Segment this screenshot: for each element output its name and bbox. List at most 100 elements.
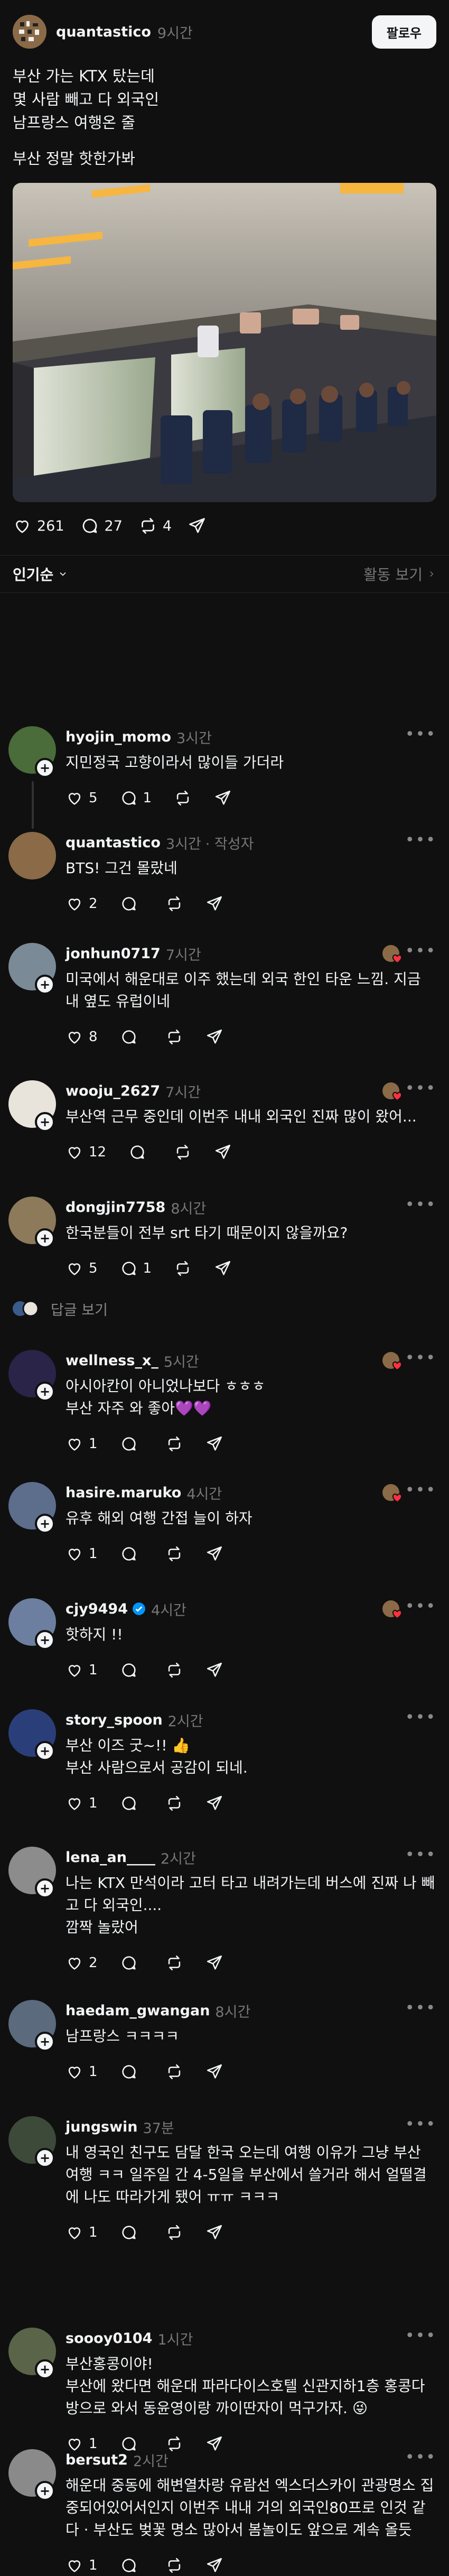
follow-plus-icon[interactable]: + <box>35 2481 55 2501</box>
commenter-name[interactable]: hasire.maruko <box>66 1485 181 1501</box>
sort-dropdown[interactable]: 인기순 <box>13 563 68 585</box>
more-options-icon[interactable]: ••• <box>405 1079 436 1098</box>
comment-repost-button[interactable] <box>165 1028 183 1046</box>
more-options-icon[interactable]: ••• <box>405 1708 436 1727</box>
more-options-icon[interactable]: ••• <box>405 831 436 849</box>
follow-plus-icon[interactable]: + <box>35 1228 55 1248</box>
follow-plus-icon[interactable]: + <box>35 975 55 995</box>
comment-like-button[interactable]: 5 <box>66 1259 98 1277</box>
comment-repost-button[interactable] <box>165 1794 183 1812</box>
more-options-icon[interactable]: ••• <box>405 1349 436 1367</box>
post-photo[interactable] <box>13 183 436 502</box>
comment-like-button[interactable]: 1 <box>66 1794 98 1812</box>
comment-like-button[interactable]: 1 <box>66 1435 98 1453</box>
view-activity-link[interactable]: 활동 보기 <box>363 563 436 585</box>
comment-like-button[interactable]: 2 <box>66 895 98 913</box>
follow-plus-icon[interactable]: + <box>35 1630 55 1650</box>
comment-reply-button[interactable] <box>120 2556 143 2574</box>
follow-plus-icon[interactable]: + <box>35 1112 55 1132</box>
comment-share-button[interactable] <box>205 1954 223 1972</box>
comment-reply-button[interactable] <box>120 1028 143 1046</box>
comment-reply-button[interactable] <box>120 1435 143 1453</box>
repost-button[interactable]: 4 <box>138 516 172 535</box>
more-options-icon[interactable]: ••• <box>405 725 436 744</box>
commenter-name[interactable]: story_spoon <box>66 1712 163 1728</box>
commenter-name[interactable]: bersut2 <box>66 2452 128 2468</box>
share-button[interactable] <box>188 516 207 535</box>
follow-plus-icon[interactable]: + <box>35 2359 55 2379</box>
comment-like-button[interactable]: 1 <box>66 2223 98 2241</box>
commenter-name[interactable]: jonhun0717 <box>66 946 161 962</box>
follow-plus-icon[interactable]: + <box>35 2032 55 2052</box>
comment-reply-button[interactable] <box>120 895 143 913</box>
comment-repost-button[interactable] <box>165 1545 183 1563</box>
comment-repost-button[interactable] <box>174 789 192 807</box>
more-options-icon[interactable]: ••• <box>405 2115 436 2134</box>
commenter-name[interactable]: dongjin7758 <box>66 1199 165 1216</box>
comment-reply-button[interactable] <box>120 2063 143 2081</box>
comment-reply-button[interactable] <box>128 1143 152 1161</box>
commenter-name[interactable]: jungswin <box>66 2119 138 2135</box>
commenter-name[interactable]: quantastico <box>66 835 161 851</box>
commenter-name[interactable]: lena_an____ <box>66 1849 155 1866</box>
comment-like-button[interactable]: 1 <box>66 1545 98 1563</box>
more-options-icon[interactable]: ••• <box>405 2327 436 2345</box>
more-options-icon[interactable]: ••• <box>405 1999 436 2017</box>
commenter-name[interactable]: wellness_x_ <box>66 1352 158 1369</box>
more-options-icon[interactable]: ••• <box>405 942 436 960</box>
comment-share-button[interactable] <box>205 2223 223 2241</box>
comment-repost-button[interactable] <box>165 1661 183 1679</box>
comment-share-button[interactable] <box>214 789 232 807</box>
comment-like-button[interactable]: 12 <box>66 1143 106 1161</box>
post-author-name[interactable]: quantastico <box>56 24 151 40</box>
comment-repost-button[interactable] <box>174 1259 192 1277</box>
comment-share-button[interactable] <box>205 1794 223 1812</box>
comment-like-button[interactable]: 1 <box>66 1661 98 1679</box>
comment-repost-button[interactable] <box>174 1143 192 1161</box>
follow-plus-icon[interactable]: + <box>35 1741 55 1761</box>
comment-repost-button[interactable] <box>165 2556 183 2574</box>
comment-repost-button[interactable] <box>165 1954 183 1972</box>
comment-share-button[interactable] <box>214 1143 232 1161</box>
comment-repost-button[interactable] <box>165 1435 183 1453</box>
more-options-icon[interactable]: ••• <box>405 1481 436 1499</box>
follow-plus-icon[interactable]: + <box>35 1382 55 1402</box>
more-options-icon[interactable]: ••• <box>405 1597 436 1616</box>
comment-share-button[interactable] <box>205 1545 223 1563</box>
comment-button[interactable]: 27 <box>80 516 123 535</box>
comment-like-button[interactable]: 1 <box>66 2063 98 2081</box>
commenter-name[interactable]: haedam_gwangan <box>66 2003 210 2019</box>
follow-plus-icon[interactable]: + <box>35 2148 55 2168</box>
comment-repost-button[interactable] <box>165 895 183 913</box>
commenter-avatar[interactable] <box>8 832 56 879</box>
commenter-name[interactable]: wooju_2627 <box>66 1083 160 1099</box>
more-options-icon[interactable]: ••• <box>405 2448 436 2467</box>
follow-plus-icon[interactable]: + <box>35 1878 55 1898</box>
comment-like-button[interactable]: 1 <box>66 2556 98 2574</box>
comment-like-button[interactable]: 5 <box>66 789 98 807</box>
comment-like-button[interactable]: 2 <box>66 1954 98 1972</box>
post-author-avatar[interactable] <box>13 15 46 49</box>
comment-share-button[interactable] <box>205 1028 223 1046</box>
comment-share-button[interactable] <box>205 895 223 913</box>
more-options-icon[interactable]: ••• <box>405 1196 436 1214</box>
view-replies-link[interactable]: 답글 보기 <box>11 1298 436 1319</box>
comment-share-button[interactable] <box>205 2063 223 2081</box>
comment-share-button[interactable] <box>205 2556 223 2574</box>
like-button[interactable]: 261 <box>13 516 64 535</box>
follow-button[interactable]: 팔로우 <box>371 15 436 49</box>
more-options-icon[interactable]: ••• <box>405 1846 436 1864</box>
follow-plus-icon[interactable]: + <box>35 758 55 778</box>
follow-plus-icon[interactable]: + <box>35 1514 55 1534</box>
commenter-name[interactable]: soooy0104 <box>66 2330 152 2347</box>
comment-repost-button[interactable] <box>165 2223 183 2241</box>
comment-repost-button[interactable] <box>165 2063 183 2081</box>
comment-reply-button[interactable]: 1 <box>120 789 152 807</box>
comment-reply-button[interactable] <box>120 1794 143 1812</box>
comment-reply-button[interactable] <box>120 2223 143 2241</box>
comment-reply-button[interactable] <box>120 1661 143 1679</box>
comment-share-button[interactable] <box>205 1661 223 1679</box>
commenter-name[interactable]: hyojin_momo <box>66 729 171 745</box>
comment-share-button[interactable] <box>205 1435 223 1453</box>
comment-reply-button[interactable]: 1 <box>120 1259 152 1277</box>
